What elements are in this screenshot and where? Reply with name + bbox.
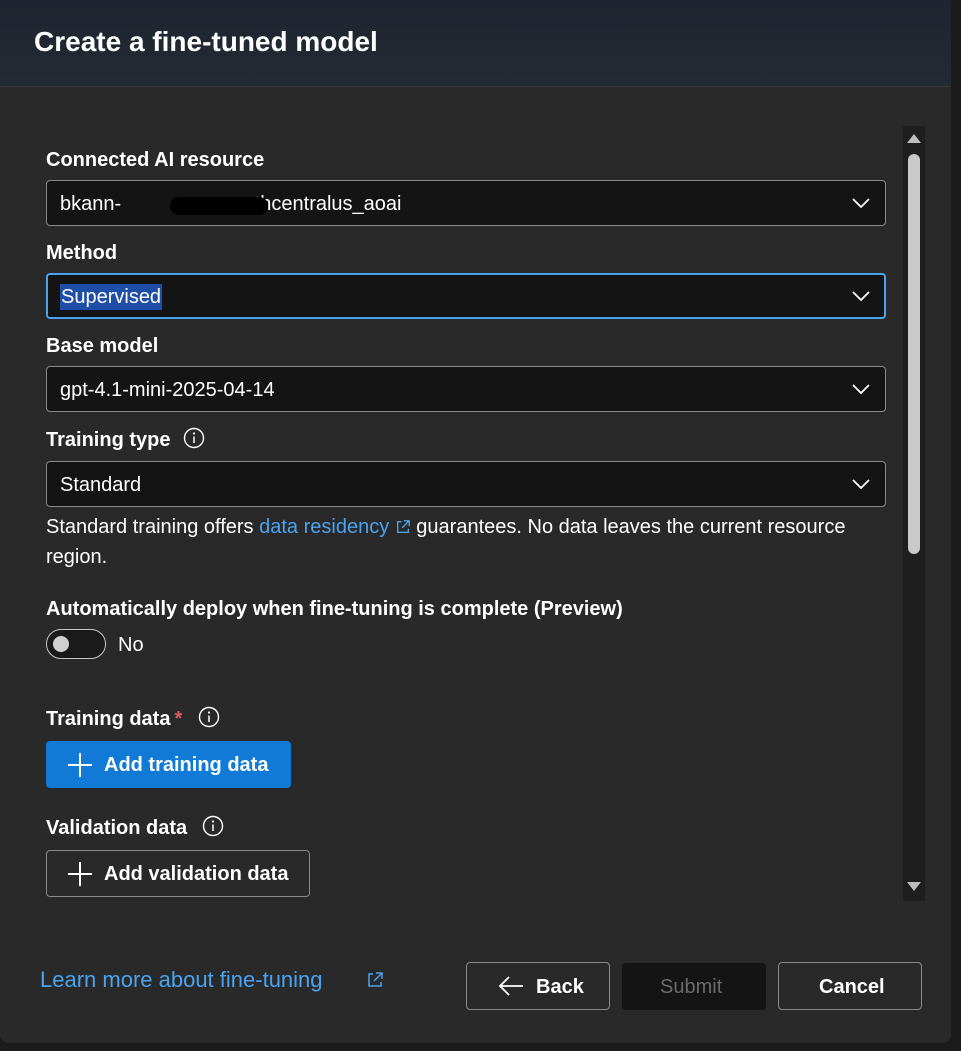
scrollbar-thumb[interactable] [908, 154, 920, 554]
method-value: Supervised [60, 284, 163, 310]
add-training-data-label: Add training data [104, 754, 269, 776]
chevron-down-icon [852, 291, 870, 302]
required-marker: * [174, 708, 183, 730]
scroll-down-icon[interactable] [907, 882, 921, 891]
connected-resource-label: Connected AI resource [46, 149, 265, 171]
cancel-button[interactable]: Cancel [778, 962, 922, 1010]
redaction-mask [170, 197, 268, 215]
submit-label: Submit [660, 976, 723, 998]
method-label: Method [46, 242, 118, 264]
back-label: Back [536, 976, 584, 998]
content-scrollbar[interactable] [903, 126, 925, 901]
data-residency-link[interactable]: data residency [259, 516, 389, 538]
submit-button[interactable]: Submit [622, 963, 766, 1010]
dialog-header: Create a fine-tuned model [0, 0, 951, 87]
chevron-down-icon [852, 384, 870, 395]
back-button[interactable]: Back [466, 962, 610, 1010]
learn-more-link[interactable]: Learn more about fine-tuning [40, 966, 323, 994]
auto-deploy-toggle[interactable] [46, 629, 106, 659]
cancel-label: Cancel [819, 976, 885, 998]
external-link-icon [396, 520, 410, 533]
add-training-data-button[interactable]: Add training data [46, 741, 291, 788]
auto-deploy-label: Automatically deploy when fine-tuning is… [46, 598, 623, 620]
connected-resource-dropdown[interactable]: bkann- -northcentralus_aoai [46, 180, 886, 226]
method-dropdown[interactable]: Supervised [46, 273, 886, 319]
add-validation-data-label: Add validation data [104, 863, 289, 885]
chevron-down-icon [852, 479, 870, 490]
toggle-knob [53, 636, 69, 652]
external-link-icon [368, 972, 383, 987]
plus-icon [68, 862, 92, 886]
validation-data-label: Validation data [46, 817, 188, 839]
base-model-value: gpt-4.1-mini-2025-04-14 [60, 379, 275, 401]
training-type-label: Training type [46, 429, 171, 451]
training-data-label: Training data * [46, 708, 183, 730]
scroll-up-icon[interactable] [907, 134, 921, 143]
info-icon[interactable] [198, 706, 220, 728]
base-model-label: Base model [46, 335, 159, 357]
plus-icon [68, 753, 92, 777]
create-fine-tuned-model-dialog: Create a fine-tuned model Connected AI r… [0, 0, 951, 1043]
training-type-dropdown[interactable]: Standard [46, 461, 886, 507]
dialog-title: Create a fine-tuned model [34, 26, 378, 57]
info-icon[interactable] [202, 815, 224, 837]
training-type-description: Standard training offers data residency … [46, 516, 846, 568]
info-icon[interactable] [183, 427, 205, 449]
chevron-down-icon [852, 198, 870, 209]
arrow-left-icon [498, 976, 523, 996]
auto-deploy-state: No [118, 634, 144, 656]
base-model-dropdown[interactable]: gpt-4.1-mini-2025-04-14 [46, 366, 886, 412]
add-validation-data-button[interactable]: Add validation data [46, 850, 310, 897]
training-type-value: Standard [60, 474, 142, 496]
